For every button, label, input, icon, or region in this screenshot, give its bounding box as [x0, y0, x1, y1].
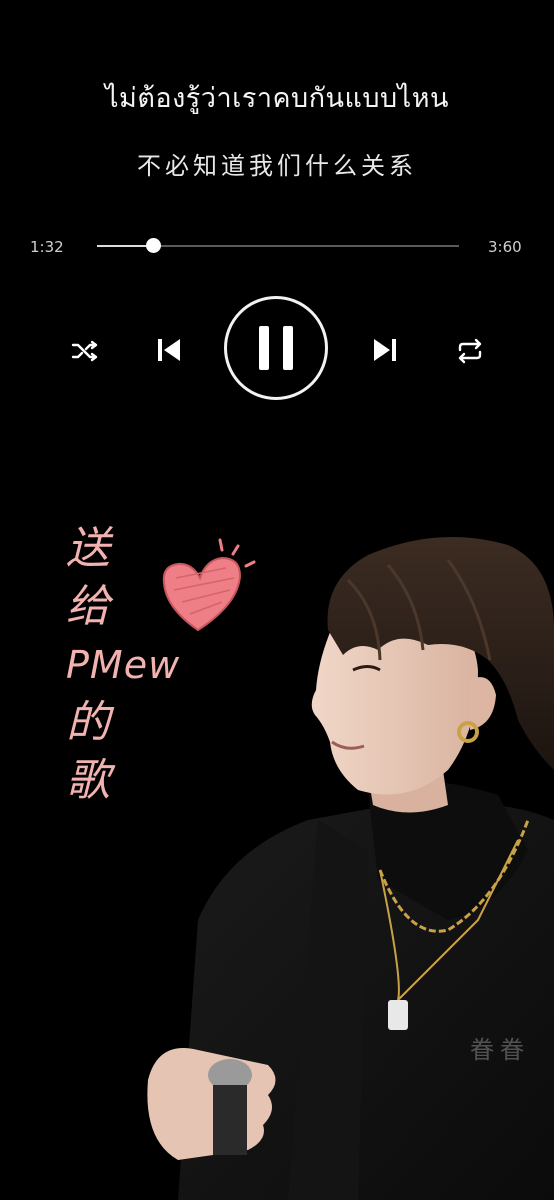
progress-fill: [97, 245, 154, 247]
dedication-line: 歌: [66, 755, 110, 806]
repeat-icon: [458, 338, 482, 364]
shuffle-icon: [71, 340, 98, 362]
repeat-button[interactable]: [454, 336, 486, 366]
total-time: 3:60: [488, 238, 522, 256]
dedication-line: PMew: [66, 643, 181, 687]
skip-previous-icon: [158, 339, 180, 361]
shuffle-button[interactable]: [70, 337, 100, 365]
artist-watermark: 眷眷: [470, 1036, 530, 1064]
pause-button[interactable]: [224, 296, 328, 400]
pause-icon: [252, 326, 300, 370]
lyric-translation: 不必知道我们什么关系: [137, 152, 417, 180]
current-lyric-line: ไม่ต้องรู้ว่าเราคบกันแบบไหน: [104, 83, 450, 114]
next-button[interactable]: [368, 334, 402, 366]
dedication-line: 的: [66, 697, 110, 748]
heart-icon: [162, 538, 256, 632]
lock-screen-wallpaper: ไม่ต้องรู้ว่าเราคบกันแบบไหน 不必知道我们什么关系 1…: [0, 0, 554, 1200]
skip-next-icon: [374, 339, 396, 361]
progress-bar[interactable]: [97, 238, 459, 253]
previous-button[interactable]: [152, 334, 186, 366]
elapsed-time: 1:32: [30, 238, 64, 256]
progress-knob[interactable]: [146, 238, 162, 253]
